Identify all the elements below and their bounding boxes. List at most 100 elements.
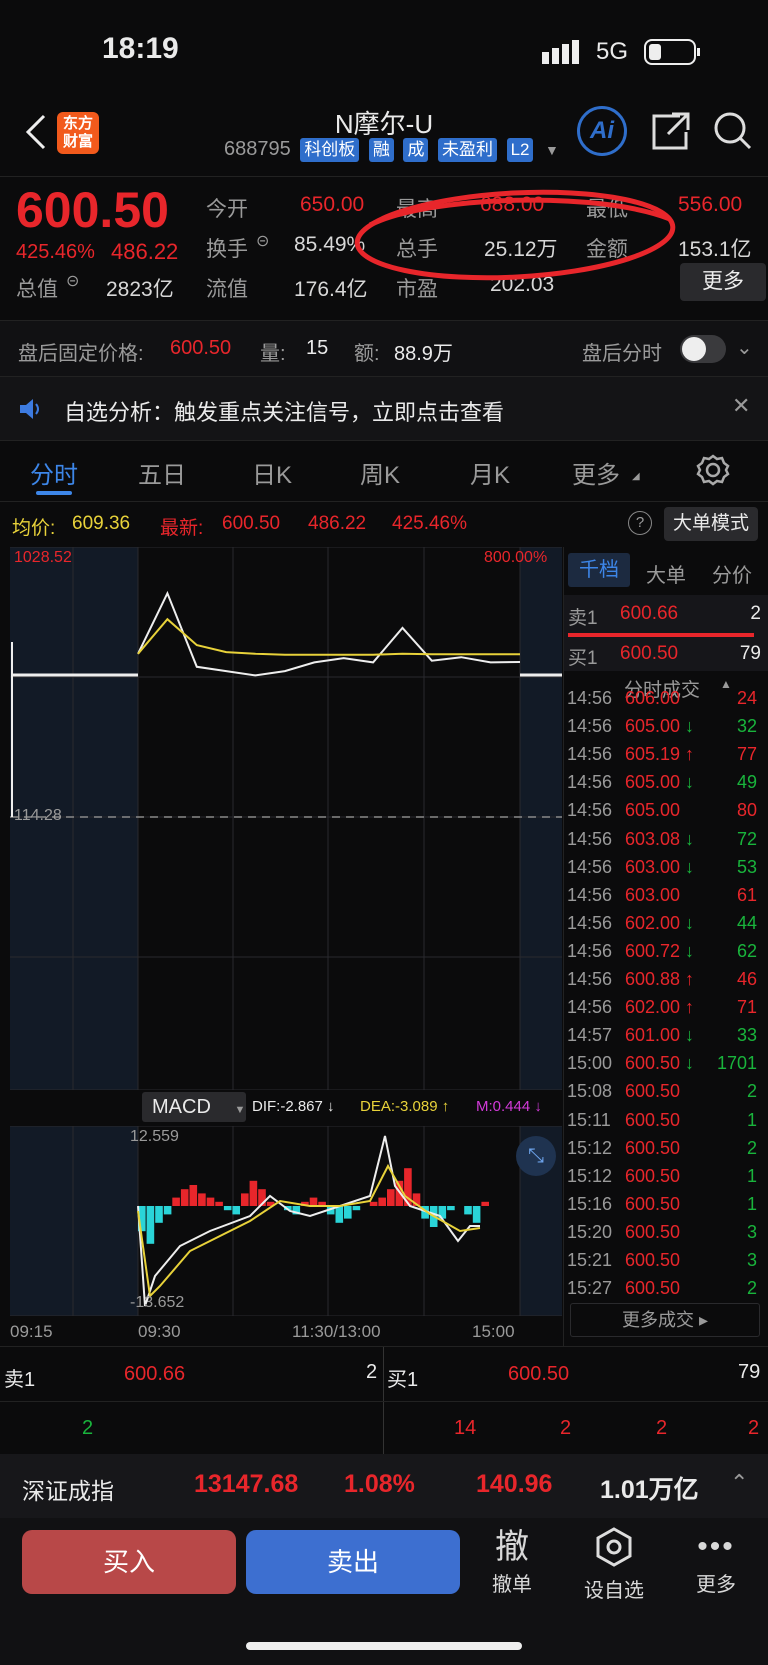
tab-price-dist[interactable]: 分价 [712,559,752,588]
settings-icon[interactable] [696,453,730,492]
bb-row2-val: 2 [656,1417,668,1439]
price-chart[interactable]: 1028.52 800.00% 114.28 [10,546,562,1091]
fixed-price-value: 600.50 [170,337,232,359]
trade-price: 600.50 [625,1250,681,1270]
macd-selector[interactable]: MACD ▼ [142,1092,246,1122]
watch-icon [596,1527,632,1567]
trade-row: 15:08 600.50 2 [567,1081,763,1109]
trade-time: 15:20 [567,1221,613,1242]
avg-value: 609.36 [72,513,131,534]
trade-volume: 2 [746,1278,757,1299]
bb-sell-label: 卖1 [4,1369,36,1391]
more-actions-button[interactable]: ••• 更多 [678,1526,754,1597]
tag-l2[interactable]: L2 [506,138,534,162]
close-icon[interactable]: ✕ [732,393,750,419]
status-time: 18:19 [102,32,179,65]
level1-quotes: 卖1 600.66 2 买1 600.50 79 [564,595,768,671]
info-icon[interactable]: ⊝ [66,271,79,291]
home-indicator [246,1642,522,1650]
chevron-down-icon[interactable]: ⌄ [736,335,753,360]
dea-value: DEA:-3.089 ↑ [360,1098,450,1115]
tag-star-market[interactable]: 科创板 [300,138,360,162]
expand-icon[interactable]: ⤡ [516,1136,556,1176]
tab-weekly-k[interactable]: 周K [360,455,400,490]
tab-timeshare[interactable]: 分时 [30,455,78,490]
tab-more[interactable]: 更多 [572,455,620,490]
notice-bar[interactable]: 自选分析：触发重点关注信号，立即点击查看 ✕ [0,376,768,440]
trade-volume: 1 [746,1165,757,1186]
trade-time: 15:11 [567,1109,611,1130]
help-icon[interactable]: ? [628,511,652,535]
mktcap-value: 2823亿 [106,278,174,301]
tab-big-order[interactable]: 大单 [646,559,686,588]
trade-row: 15:20 600.50 3 [567,1222,763,1250]
buy-button[interactable]: 买入 [22,1530,236,1594]
index-bar[interactable]: 深证成指 13147.68 1.08% 140.96 1.01万亿 ⌃ [0,1454,768,1518]
sell-button[interactable]: 卖出 [246,1530,460,1594]
add-watch-button[interactable]: 设自选 [576,1526,652,1603]
dif-line [137,1135,480,1307]
trade-price: 600.50 [625,1137,681,1158]
sell1-price: 600.66 [620,603,679,624]
amount-value: 153.1亿 [678,238,752,261]
share-icon[interactable] [650,110,692,157]
macd-bar [335,1206,344,1223]
ah-toggle[interactable] [680,335,726,363]
trade-volume: 62 [736,940,757,961]
trade-time: 15:16 [567,1193,613,1214]
bb-row2-val: 14 [454,1417,477,1439]
buy1-price: 600.50 [620,643,679,664]
chevron-up-icon[interactable]: ⌃ [730,1470,748,1496]
macd-bar [369,1201,378,1206]
change-pct: 425.46% [16,241,95,263]
index-amount: 1.01万亿 [600,1476,699,1504]
after-hours-bar: 盘后固定价格: 600.50 量: 15 额: 88.9万 盘后分时 ⌄ [0,320,768,376]
macd-bar [352,1206,361,1211]
more-trades-button[interactable]: 更多成交 ▸ [570,1303,760,1337]
latest-change: 486.22 [308,513,367,534]
ai-button[interactable]: Ai [577,106,627,156]
tab-monthly-k[interactable]: 月K [470,455,510,490]
trade-arrow: ↓ [685,912,694,933]
trade-price: 605.00 [625,716,681,737]
tab-indicator [36,491,72,495]
trade-row: 15:11 600.50 1 [567,1110,763,1138]
more-button[interactable]: 更多 [680,263,766,301]
trade-volume: 24 [736,688,757,708]
quote-panel: 600.50 425.46% 486.22 今开 650.00 最高 688.0… [0,176,768,320]
macd-bar [378,1197,386,1206]
info-icon[interactable]: ⊝ [256,231,269,251]
battery-icon [644,38,702,71]
price-line [137,590,521,677]
macd-y-bottom-label: -13.652 [130,1294,185,1311]
index-value: 13147.68 [194,1470,299,1498]
search-icon[interactable] [712,110,754,157]
macd-bar [198,1193,206,1206]
trade-price: 600.50 [625,1053,681,1074]
caret-down-icon[interactable]: ▼ [545,142,559,158]
macd-chart[interactable]: 12.559 -13.652 ⤡ [10,1125,562,1317]
tab-daily-k[interactable]: 日K [252,455,292,490]
trade-price: 605.00 [625,800,681,821]
big-order-button[interactable]: 大单模式 [664,507,758,541]
macd-chart-svg [10,1125,562,1317]
tab-level[interactable]: 千档 [568,553,630,587]
x-axis: 09:15 09:30 11:30/13:00 15:00 [10,1318,562,1344]
x-label: 09:30 [138,1322,181,1341]
tag-component[interactable]: 成 [403,138,429,162]
bb-buy-price: 600.50 [508,1363,570,1385]
chart-tabs: 分时 五日 日K 周K 月K 更多 ◢ [0,440,768,502]
trade-price: 600.50 [625,1109,681,1130]
trade-price: 601.00 [625,1025,681,1046]
cancel-order-button[interactable]: 撤 撤单 [474,1526,550,1597]
tab-five-day[interactable]: 五日 [138,455,186,490]
macd-bar [387,1189,395,1206]
dif-value: DIF:-2.867 ↓ [252,1098,335,1115]
macd-bar [163,1206,172,1215]
x-label: 15:00 [472,1322,515,1341]
trade-row: 14:56 603.00 ↓ 53 [567,857,763,885]
trade-volume: 61 [736,884,757,905]
trade-volume: 46 [736,969,757,989]
tag-unprofitable[interactable]: 未盈利 [438,138,497,162]
tag-margin[interactable]: 融 [368,138,394,162]
